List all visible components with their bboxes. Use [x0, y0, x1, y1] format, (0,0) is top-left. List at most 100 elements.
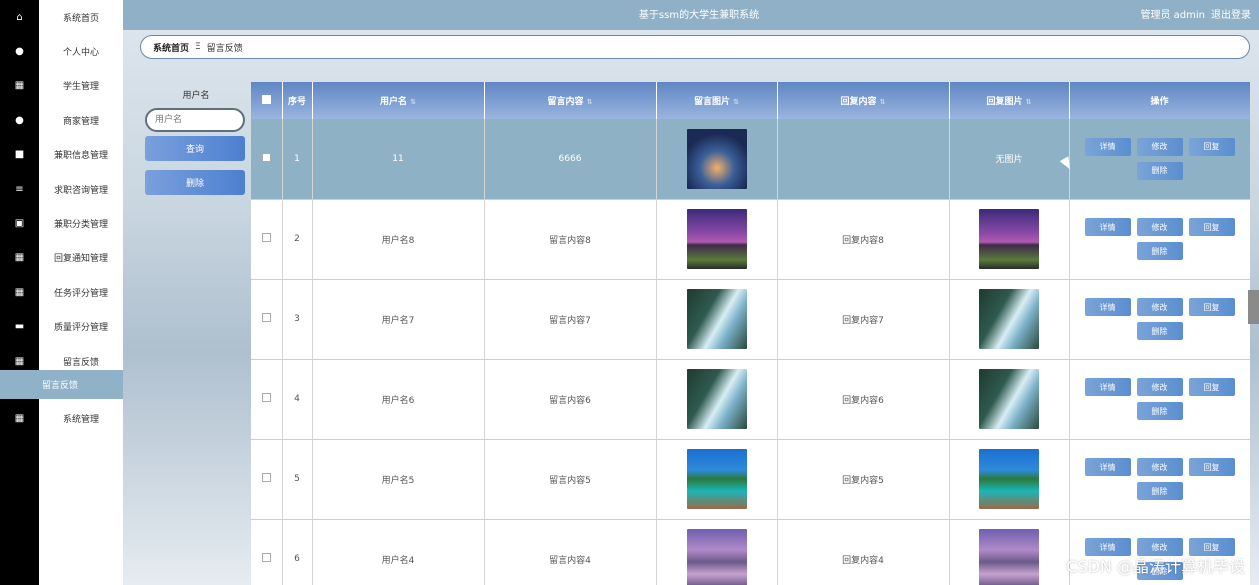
logout-link[interactable]: 退出登录	[1211, 6, 1251, 21]
header-reply-image[interactable]: 回复图片 ⇅	[949, 82, 1070, 119]
row-checkbox[interactable]	[261, 233, 271, 242]
reply-button[interactable]: 回复	[1188, 298, 1235, 316]
message-image-thumbnail[interactable]	[686, 529, 747, 585]
image-cell	[656, 199, 778, 280]
sidebar-item-label: 留言反馈	[62, 357, 99, 368]
reply-cell: 回复内容5	[777, 439, 950, 520]
header-reply-label: 回复内容	[840, 97, 877, 107]
query-button[interactable]: 查询	[145, 136, 245, 161]
sidebar-item-label: 系统管理	[62, 414, 99, 425]
sidebar-item[interactable]: ■ 兼职信息管理	[0, 138, 123, 172]
reply-image-cell	[949, 519, 1070, 585]
detail-button[interactable]: 详情	[1084, 218, 1131, 236]
table-row[interactable]: 1 11 6666 无图片 详情 修改 回复 删除	[251, 119, 1250, 200]
header-content[interactable]: 留言内容 ⇅	[484, 82, 657, 119]
row-delete-button[interactable]: 删除	[1136, 161, 1183, 180]
reply-image-thumbnail[interactable]	[979, 369, 1039, 429]
sidebar-item[interactable]: ≡ 求职咨询管理	[0, 172, 123, 206]
sort-icon: ⇅	[1025, 98, 1032, 106]
delete-button[interactable]: 删除	[145, 170, 245, 195]
edit-button[interactable]: 修改	[1136, 218, 1183, 236]
detail-button[interactable]: 详情	[1084, 378, 1131, 396]
reply-button[interactable]: 回复	[1188, 137, 1235, 156]
row-delete-button[interactable]: 删除	[1136, 242, 1183, 260]
table-header-row: 序号 用户名 ⇅ 留言内容 ⇅ 留言图片 ⇅ 回复内容 ⇅ 回复图片 ⇅ 操作	[251, 82, 1250, 119]
table-row[interactable]: 5 用户名5 留言内容5 回复内容5 详情 修改 回复 删除	[251, 439, 1250, 520]
sidebar-item[interactable]: ● 商家管理	[0, 103, 123, 137]
image-cell	[656, 439, 778, 520]
site-title: 基于ssm的大学生兼职系统	[638, 10, 760, 21]
message-image-thumbnail[interactable]	[686, 289, 747, 349]
reply-button[interactable]: 回复	[1188, 378, 1235, 396]
message-image-thumbnail[interactable]	[686, 209, 747, 269]
content-cell: 留言内容8	[484, 199, 657, 280]
admin-label: 管理员 admin	[1140, 10, 1205, 21]
index-cell: 5	[282, 439, 313, 520]
row-checkbox[interactable]	[261, 393, 271, 402]
edit-button[interactable]: 修改	[1136, 458, 1183, 476]
username-cell: 11	[312, 119, 485, 200]
feedback-table: 序号 用户名 ⇅ 留言内容 ⇅ 留言图片 ⇅ 回复内容 ⇅ 回复图片 ⇅ 操作 1 11 66…	[251, 82, 1250, 585]
sidebar-item[interactable]: ▦ 任务评分管理	[0, 275, 123, 309]
message-image-thumbnail[interactable]	[686, 128, 747, 189]
table-row[interactable]: 3 用户名7 留言内容7 回复内容7 详情 修改 回复 删除	[251, 279, 1250, 360]
row-checkbox[interactable]	[261, 473, 271, 482]
header-index: 序号	[282, 82, 313, 119]
detail-button[interactable]: 详情	[1084, 298, 1131, 316]
detail-button[interactable]: 详情	[1084, 458, 1131, 476]
breadcrumb-home[interactable]: 系统首页	[153, 41, 189, 54]
row-delete-button[interactable]: 删除	[1136, 322, 1183, 340]
image-cell	[656, 279, 778, 360]
search-label: 用户名	[182, 91, 210, 101]
reply-image-thumbnail[interactable]	[979, 209, 1039, 269]
select-all-checkbox[interactable]	[261, 94, 271, 104]
edit-button[interactable]: 修改	[1136, 137, 1183, 156]
sidebar-item[interactable]: ▦ 回复通知管理	[0, 241, 123, 275]
user-icon: ●	[0, 34, 39, 68]
sidebar-item-label: 兼职分类管理	[53, 219, 108, 230]
breadcrumb-current: 留言反馈	[206, 43, 243, 54]
table-row[interactable]: 2 用户名8 留言内容8 回复内容8 详情 修改 回复 删除	[251, 199, 1250, 280]
header-username[interactable]: 用户名 ⇅	[312, 82, 485, 119]
detail-button[interactable]: 详情	[1084, 137, 1131, 156]
sidebar-item[interactable]: ● 个人中心	[0, 34, 123, 68]
edit-button[interactable]: 修改	[1136, 298, 1183, 316]
sidebar-item[interactable]: ▦ 学生管理	[0, 69, 123, 103]
sidebar-item[interactable]: ▣ 兼职分类管理	[0, 206, 123, 240]
message-image-thumbnail[interactable]	[686, 369, 747, 429]
username-cell: 用户名6	[312, 359, 485, 440]
table-row[interactable]: 4 用户名6 留言内容6 回复内容6 详情 修改 回复 删除	[251, 359, 1250, 440]
reply-button[interactable]: 回复	[1188, 458, 1235, 476]
index-cell: 1	[282, 119, 313, 200]
reply-image-thumbnail[interactable]	[979, 449, 1039, 509]
row-checkbox-cell	[251, 439, 283, 520]
reply-image-thumbnail[interactable]	[979, 529, 1039, 585]
row-checkbox[interactable]	[261, 553, 271, 562]
sidebar-item[interactable]: ⌂ 系统首页	[0, 0, 123, 34]
username-search-input[interactable]	[145, 108, 245, 132]
sidebar-item[interactable]: ▬ 质量评分管理	[0, 310, 123, 344]
message-image-thumbnail[interactable]	[686, 449, 747, 509]
header-reply[interactable]: 回复内容 ⇅	[777, 82, 950, 119]
sidebar-item-system[interactable]: ▦ 系统管理	[0, 401, 123, 435]
reply-cell: 回复内容6	[777, 359, 950, 440]
content-cell: 留言内容4	[484, 519, 657, 585]
username-cell: 用户名7	[312, 279, 485, 360]
edit-button[interactable]: 修改	[1136, 378, 1183, 396]
reply-button[interactable]: 回复	[1188, 218, 1235, 236]
reply-image-thumbnail[interactable]	[979, 289, 1039, 349]
sidebar-item-label: 系统首页	[62, 13, 99, 24]
sidebar-subitem-feedback[interactable]: 留言反馈	[0, 370, 123, 399]
row-checkbox-cell	[251, 119, 283, 200]
header-image[interactable]: 留言图片 ⇅	[656, 82, 778, 119]
row-checkbox[interactable]	[261, 313, 271, 322]
watermark: CSDN @晶涛计算机毕设	[1066, 557, 1245, 576]
row-checkbox[interactable]	[261, 152, 271, 162]
scrollbar-thumb[interactable]	[1248, 290, 1259, 324]
no-image-text: 无图片	[995, 155, 1023, 166]
row-checkbox-cell	[251, 359, 283, 440]
sort-icon: ⇅	[586, 98, 593, 106]
header-content-label: 留言内容	[547, 97, 584, 107]
row-delete-button[interactable]: 删除	[1136, 482, 1183, 500]
row-delete-button[interactable]: 删除	[1136, 402, 1183, 420]
